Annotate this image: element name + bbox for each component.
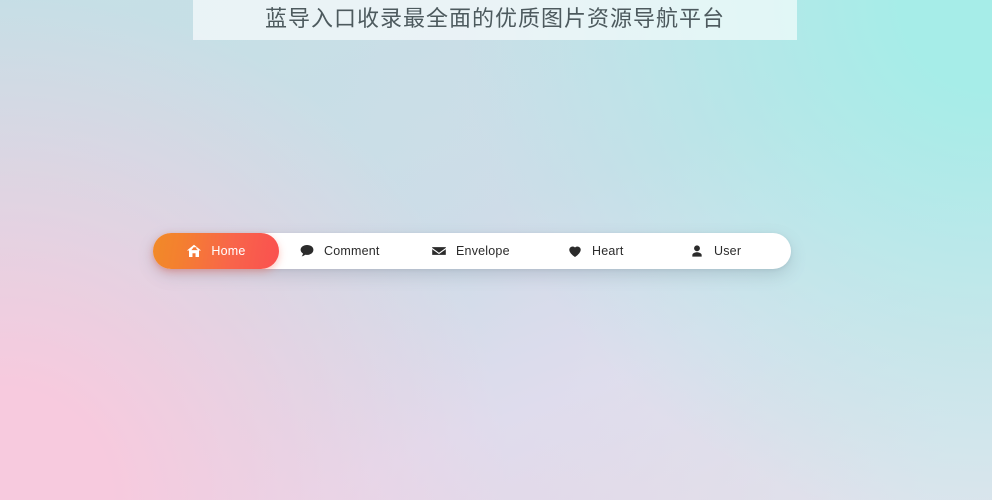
nav-item-label: Comment: [324, 243, 380, 258]
nav-item-home[interactable]: Home: [153, 233, 279, 269]
nav-item-label: Envelope: [456, 243, 510, 258]
home-icon: [186, 243, 202, 259]
nav-item-label: Heart: [592, 243, 624, 258]
navigation-bar: Home Comment Envelope Heart User: [153, 233, 791, 269]
nav-item-comment[interactable]: Comment: [279, 233, 411, 269]
comment-icon: [299, 243, 315, 259]
nav-item-label: Home: [211, 243, 246, 258]
page-title: 蓝导入口收录最全面的优质图片资源导航平台: [264, 7, 725, 32]
title-banner: 蓝导入口收录最全面的优质图片资源导航平台: [193, 0, 797, 40]
user-icon: [689, 243, 705, 259]
nav-item-label: User: [714, 243, 742, 258]
heart-icon: [567, 243, 583, 259]
nav-item-heart[interactable]: Heart: [547, 233, 669, 269]
nav-item-envelope[interactable]: Envelope: [411, 233, 547, 269]
nav-item-user[interactable]: User: [669, 233, 779, 269]
envelope-icon: [431, 243, 447, 259]
